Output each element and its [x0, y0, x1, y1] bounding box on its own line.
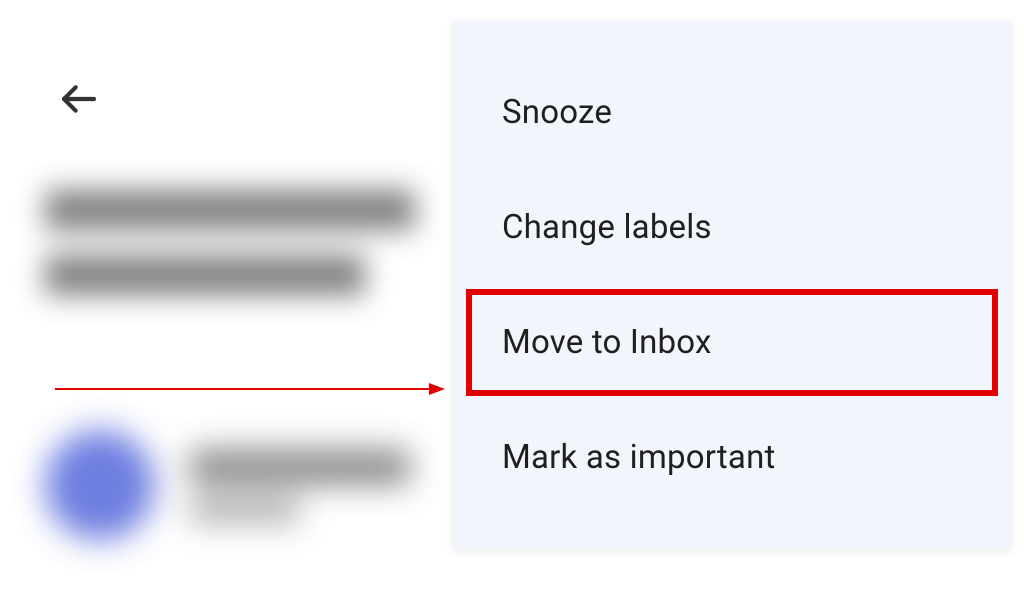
- menu-item-mark-important[interactable]: Mark as important: [452, 400, 1012, 515]
- back-button[interactable]: [55, 75, 103, 123]
- avatar: [45, 430, 155, 540]
- annotation-arrow: [55, 381, 445, 397]
- menu-item-snooze[interactable]: Snooze: [452, 55, 1012, 170]
- menu-item-change-labels[interactable]: Change labels: [452, 170, 1012, 285]
- context-menu: Snooze Change labels Move to Inbox Mark …: [452, 20, 1012, 550]
- back-arrow-icon: [59, 79, 99, 119]
- blurred-email-sender: [45, 430, 410, 540]
- blurred-email-title: [45, 190, 445, 295]
- menu-item-move-to-inbox[interactable]: Move to Inbox: [462, 285, 1002, 400]
